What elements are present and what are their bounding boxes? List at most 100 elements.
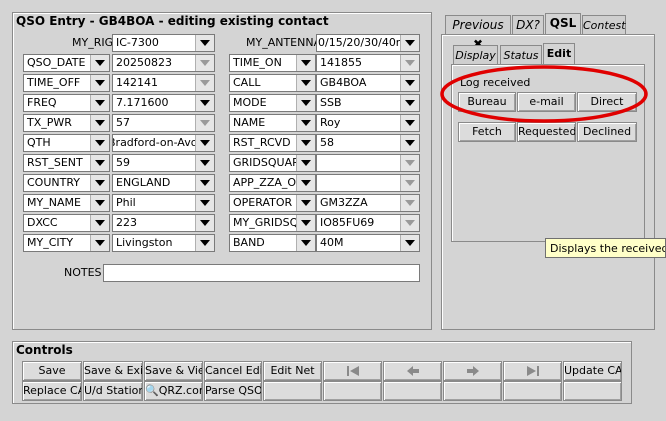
field-name-select[interactable]: OPERATOR (229, 194, 316, 212)
field-value-input[interactable]: Phil (112, 194, 215, 212)
field-value-input[interactable]: Livingston (112, 234, 215, 252)
chevron-down-icon[interactable] (296, 135, 315, 151)
chevron-down-icon[interactable] (296, 115, 315, 131)
chevron-down-icon[interactable] (400, 75, 419, 91)
chevron-down-icon[interactable] (90, 95, 109, 111)
field-value-input[interactable]: 142141 (112, 74, 215, 92)
field-name-select[interactable]: QTH (23, 134, 110, 152)
chevron-down-icon[interactable] (296, 195, 315, 211)
chevron-down-icon[interactable] (296, 75, 315, 91)
chevron-down-icon[interactable] (195, 135, 214, 151)
empty-button[interactable] (383, 381, 442, 401)
field-name-select[interactable]: MODE (229, 94, 316, 112)
chevron-down-icon[interactable] (400, 235, 419, 251)
tab-contest[interactable]: Contest (582, 15, 626, 35)
chevron-down-icon[interactable] (195, 235, 214, 251)
tab-qsl[interactable]: QSL (545, 13, 581, 35)
last-record-button[interactable] (503, 361, 562, 381)
field-value-input[interactable]: 141855 (316, 54, 420, 72)
parse-qso-button[interactable]: Parse QSO (204, 381, 262, 401)
field-name-select[interactable]: MY_GRIDSQUARE (229, 214, 316, 232)
edit-net-button[interactable]: Edit Net (263, 361, 322, 381)
chevron-down-icon[interactable] (296, 175, 315, 191)
field-name-select[interactable]: QSO_DATE (23, 54, 110, 72)
chevron-down-icon[interactable] (195, 175, 214, 191)
field-value-input[interactable]: Roy (316, 114, 420, 132)
field-value-input[interactable]: ENGLAND (112, 174, 215, 192)
chevron-down-icon[interactable] (90, 175, 109, 191)
field-value-input[interactable]: GM3ZZA (316, 194, 420, 212)
chevron-down-icon[interactable] (90, 135, 109, 151)
chevron-down-icon[interactable] (296, 55, 315, 71)
field-value-input[interactable]: 7.171600 (112, 94, 215, 112)
chevron-down-icon[interactable] (90, 195, 109, 211)
chevron-down-icon[interactable] (400, 35, 419, 51)
chevron-down-icon[interactable] (195, 155, 214, 171)
tab-previous[interactable]: Previous ✖ (445, 15, 511, 51)
field-value-input[interactable] (316, 154, 420, 172)
chevron-down-icon[interactable] (195, 35, 214, 51)
chevron-down-icon[interactable] (400, 135, 419, 151)
field-value-input[interactable]: 59 (112, 154, 215, 172)
chevron-down-icon[interactable] (296, 95, 315, 111)
chevron-down-icon[interactable] (400, 215, 419, 231)
chevron-down-icon[interactable] (195, 115, 214, 131)
chevron-down-icon[interactable] (90, 55, 109, 71)
save-exit-button[interactable]: Save & Exit (83, 361, 143, 381)
save-button[interactable]: Save (22, 361, 82, 381)
first-record-button[interactable] (323, 361, 382, 381)
qrz-button[interactable]: 🔍QRZ.com (144, 381, 203, 401)
empty-button[interactable] (323, 381, 382, 401)
update-cat-button[interactable]: Update CAT (563, 361, 622, 381)
chevron-down-icon[interactable] (195, 55, 214, 71)
chevron-down-icon[interactable] (90, 215, 109, 231)
empty-button[interactable] (443, 381, 502, 401)
field-name-select[interactable]: MY_NAME (23, 194, 110, 212)
chevron-down-icon[interactable] (90, 155, 109, 171)
field-name-select[interactable]: BAND (229, 234, 316, 252)
empty-button[interactable] (263, 381, 322, 401)
update-station-button[interactable]: U/d Station (83, 381, 143, 401)
field-value-input[interactable]: IO85FU69 (316, 214, 420, 232)
previous-record-button[interactable] (383, 361, 442, 381)
field-name-select[interactable]: RST_RCVD (229, 134, 316, 152)
field-name-select[interactable]: GRIDSQUARE (229, 154, 316, 172)
chevron-down-icon[interactable] (90, 115, 109, 131)
field-name-select[interactable]: TIME_OFF (23, 74, 110, 92)
field-name-select[interactable]: MY_CITY (23, 234, 110, 252)
cancel-edit-button[interactable]: Cancel Edit (204, 361, 262, 381)
chevron-down-icon[interactable] (296, 235, 315, 251)
field-value-input[interactable] (316, 174, 420, 192)
field-name-select[interactable]: DXCC (23, 214, 110, 232)
chevron-down-icon[interactable] (90, 75, 109, 91)
field-name-select[interactable]: FREQ (23, 94, 110, 112)
empty-button[interactable] (563, 381, 622, 401)
chevron-down-icon[interactable] (400, 195, 419, 211)
chevron-down-icon[interactable] (195, 215, 214, 231)
my-rig-select[interactable]: IC-7300 (112, 34, 215, 52)
chevron-down-icon[interactable] (400, 155, 419, 171)
chevron-down-icon[interactable] (296, 155, 315, 171)
field-value-input[interactable]: 57 (112, 114, 215, 132)
field-value-input[interactable]: GB4BOA (316, 74, 420, 92)
chevron-down-icon[interactable] (195, 195, 214, 211)
chevron-down-icon[interactable] (400, 95, 419, 111)
chevron-down-icon[interactable] (400, 115, 419, 131)
field-value-input[interactable]: 20250823 (112, 54, 215, 72)
field-name-select[interactable]: TX_PWR (23, 114, 110, 132)
empty-button[interactable] (503, 381, 562, 401)
tab-dx[interactable]: DX? (512, 15, 544, 35)
chevron-down-icon[interactable] (195, 75, 214, 91)
field-name-select[interactable]: TIME_ON (229, 54, 316, 72)
chevron-down-icon[interactable] (195, 95, 214, 111)
field-value-input[interactable]: 58 (316, 134, 420, 152)
notes-input[interactable] (103, 264, 420, 282)
chevron-down-icon[interactable] (90, 235, 109, 251)
field-value-input[interactable]: 40M (316, 234, 420, 252)
next-record-button[interactable] (443, 361, 502, 381)
field-value-input[interactable]: SSB (316, 94, 420, 112)
my-antenna-select[interactable]: 0/15/20/30/40m (316, 34, 420, 52)
chevron-down-icon[interactable] (400, 55, 419, 71)
field-name-select[interactable]: CALL (229, 74, 316, 92)
field-name-select[interactable]: RST_SENT (23, 154, 110, 172)
